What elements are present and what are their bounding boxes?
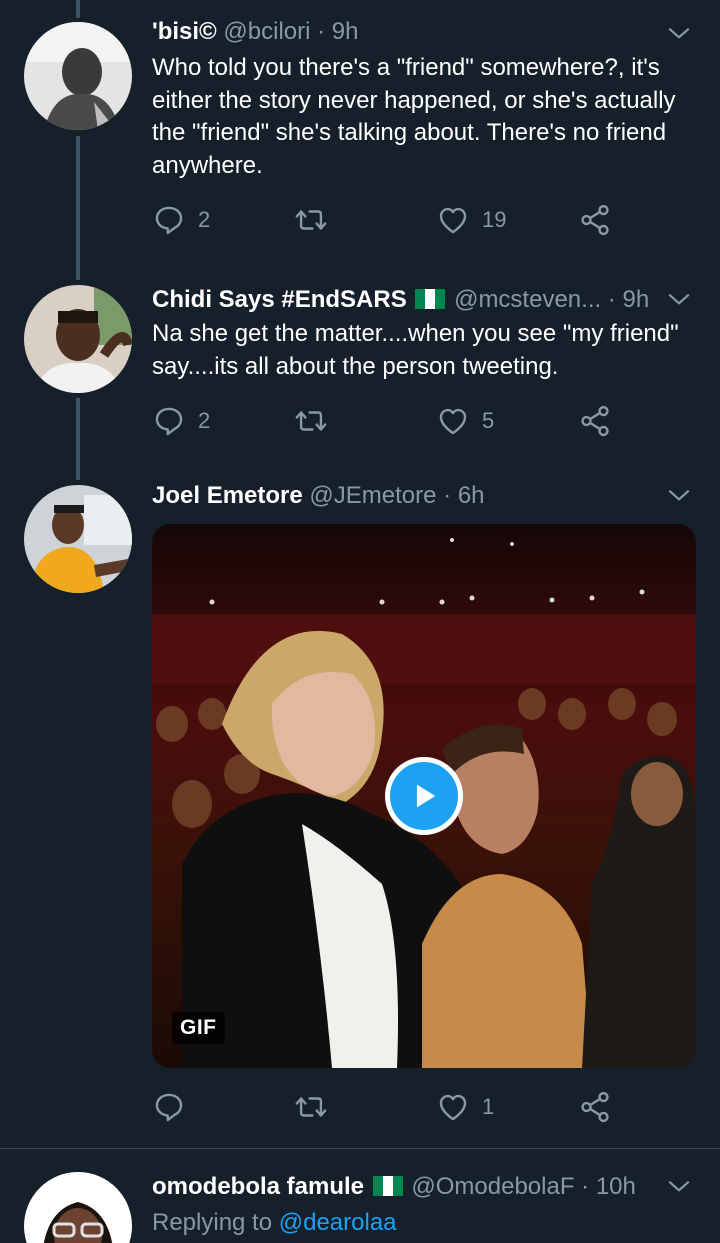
reply-count: 2 (198, 408, 211, 433)
user-handle[interactable]: @mcsteven... (454, 286, 601, 313)
display-name[interactable]: Joel Emetore (152, 482, 303, 509)
mention-link[interactable]: @dearolaa (279, 1209, 397, 1236)
heart-icon (439, 207, 467, 234)
reply-button[interactable] (152, 1087, 198, 1127)
tweet[interactable]: 'bisi© @bcilori · 9h Who told you there'… (0, 0, 720, 270)
share-button[interactable] (578, 200, 612, 240)
tweet-header: Joel Emetore @JEmetore · 6h (152, 480, 656, 512)
share-icon (581, 405, 609, 437)
reply-icon (155, 206, 183, 235)
user-handle[interactable]: @bcilori (223, 18, 310, 45)
retweet-icon (295, 411, 327, 431)
retweet-button[interactable] (294, 1087, 340, 1127)
tweet-text: Na she get the matter....when you see "m… (152, 320, 679, 380)
play-icon (416, 784, 436, 808)
chevron-down-icon[interactable] (666, 1173, 692, 1199)
timestamp[interactable]: · 9h (608, 286, 649, 313)
timestamp[interactable]: · 6h (443, 482, 484, 509)
display-name[interactable]: Chidi Says #EndSARS (152, 286, 407, 313)
avatar[interactable] (24, 22, 132, 130)
nigeria-flag-icon (372, 1176, 403, 1196)
heart-icon (439, 408, 467, 435)
like-button[interactable]: 5 (436, 401, 494, 441)
user-handle[interactable]: @OmodebolaF (411, 1173, 574, 1200)
retweet-button[interactable] (294, 200, 340, 240)
reply-icon (155, 1093, 183, 1122)
chevron-down-icon[interactable] (666, 20, 692, 46)
reply-count: 2 (198, 207, 211, 232)
replying-to: Replying to @dearolaa (152, 1207, 692, 1240)
chevron-down-icon[interactable] (666, 286, 692, 312)
avatar[interactable] (24, 1172, 132, 1243)
tweet-header: Chidi Says #EndSARS @mcsteven... · 9h (152, 284, 656, 316)
display-name[interactable]: omodebola famule (152, 1173, 364, 1200)
nigeria-flag-icon (415, 289, 446, 309)
gif-media[interactable]: GIF (152, 524, 696, 1068)
avatar[interactable] (24, 285, 132, 393)
replying-to-label: Replying to (152, 1209, 273, 1236)
tweet[interactable]: omodebola famule @OmodebolaF · 10h Reply… (0, 1149, 720, 1243)
tweet-text: Who told you there's a "friend" somewher… (152, 54, 676, 179)
like-button[interactable]: 1 (436, 1087, 494, 1127)
play-button[interactable] (385, 757, 463, 835)
chevron-down-icon[interactable] (666, 482, 692, 508)
tweet-header: omodebola famule @OmodebolaF · 10h (152, 1171, 656, 1203)
like-count: 5 (482, 408, 495, 433)
retweet-icon (295, 210, 327, 230)
reply-button[interactable]: 2 (152, 200, 210, 240)
share-icon (581, 1091, 609, 1123)
retweet-icon (295, 1097, 327, 1117)
heart-icon (439, 1094, 467, 1121)
tweet[interactable]: Chidi Says #EndSARS @mcsteven... · 9h Na… (0, 270, 720, 470)
gif-badge: GIF (172, 1012, 225, 1044)
tweet-actions: 2 19 (152, 200, 622, 240)
avatar[interactable] (24, 485, 132, 593)
like-count: 1 (482, 1094, 495, 1119)
tweet-header: 'bisi© @bcilori · 9h (152, 16, 656, 48)
timestamp[interactable]: · 10h (581, 1173, 636, 1200)
like-button[interactable]: 19 (436, 200, 506, 240)
tweet-actions: 1 (152, 1087, 622, 1127)
display-name[interactable]: 'bisi© (152, 18, 217, 45)
tweet[interactable]: Joel Emetore @JEmetore · 6h GIF 1 (0, 470, 720, 1150)
user-handle[interactable]: @JEmetore (309, 482, 436, 509)
share-button[interactable] (578, 1087, 612, 1127)
retweet-button[interactable] (294, 401, 340, 441)
tweet-actions: 2 5 (152, 401, 622, 441)
reply-icon (155, 407, 183, 436)
timestamp[interactable]: · 9h (317, 18, 358, 45)
reply-button[interactable]: 2 (152, 401, 210, 441)
share-button[interactable] (578, 401, 612, 441)
like-count: 19 (482, 207, 507, 232)
share-icon (581, 204, 609, 236)
